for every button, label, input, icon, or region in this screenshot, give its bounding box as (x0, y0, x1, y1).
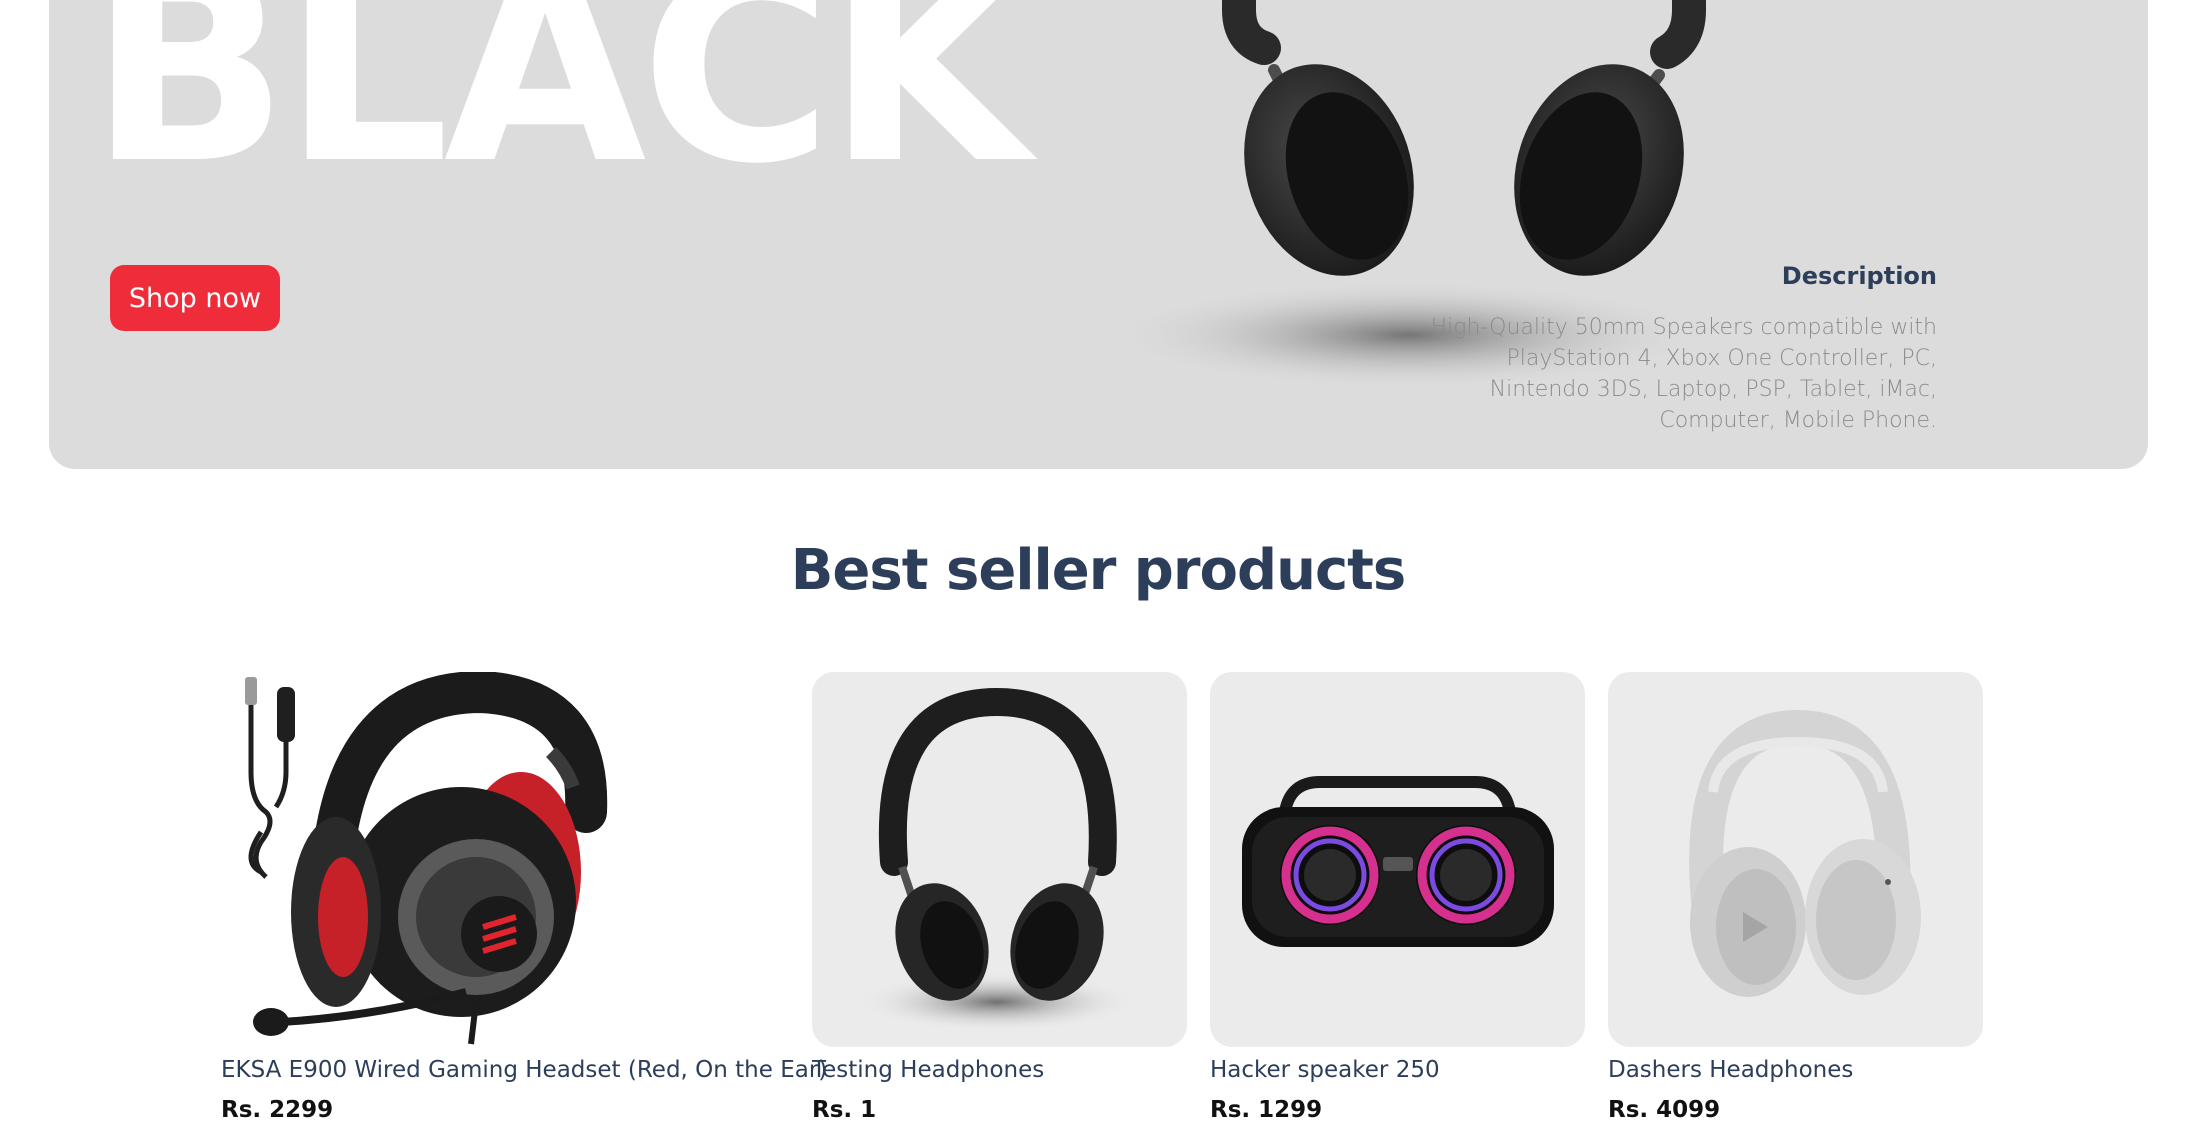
product-price: Rs. 2299 (221, 1097, 334, 1123)
best-seller-title: Best seller products (790, 538, 1406, 603)
product-image[interactable] (1608, 672, 1983, 1047)
product-name[interactable]: Dashers Headphones (1608, 1057, 1983, 1083)
product-card[interactable]: Testing Headphones Rs. 1 (812, 672, 1187, 1123)
product-price: Rs. 1 (812, 1097, 877, 1123)
description-title: Description (1781, 262, 1937, 290)
product-price: Rs. 4099 (1608, 1097, 1721, 1123)
product-name[interactable]: Testing Headphones (812, 1057, 1187, 1083)
product-card[interactable]: Dashers Headphones Rs. 4099 (1608, 672, 1983, 1123)
hero-banner: BLACK Shop now Description High-Quality … (49, 0, 2148, 469)
page: BLACK Shop now Description High-Quality … (0, 0, 2196, 1139)
product-card[interactable]: Hacker speaker 250 Rs. 1299 (1210, 672, 1585, 1123)
black-headphones-icon (857, 687, 1137, 1032)
product-image[interactable] (1210, 672, 1585, 1047)
gaming-headset-icon (245, 672, 608, 1045)
hero-description: Description High-Quality 50mm Speakers c… (1417, 262, 1937, 436)
white-headphones-icon (1689, 709, 1921, 997)
product-card[interactable]: EKSA E900 Wired Gaming Headset (Red, On … (221, 672, 827, 1123)
product-image[interactable] (221, 672, 631, 1047)
product-price: Rs. 1299 (1210, 1097, 1323, 1123)
product-name[interactable]: Hacker speaker 250 (1210, 1057, 1585, 1083)
description-text: High-Quality 50mm Speakers compatible wi… (1430, 315, 1937, 433)
hero-title: BLACK (89, 0, 1030, 221)
bluetooth-speaker-icon (1242, 776, 1554, 947)
shop-now-button[interactable]: Shop now (110, 265, 280, 331)
product-name[interactable]: EKSA E900 Wired Gaming Headset (Red, On … (221, 1057, 827, 1083)
product-image[interactable] (812, 672, 1187, 1047)
